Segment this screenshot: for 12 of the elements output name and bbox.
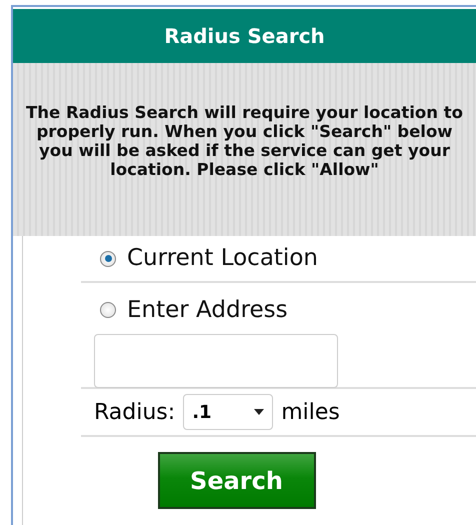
radio-button[interactable] (100, 250, 116, 266)
unit-label: miles (281, 398, 340, 426)
search-button[interactable]: Search (158, 452, 316, 509)
radio-button[interactable] (100, 302, 116, 318)
radius-dropdown[interactable]: .1 (183, 394, 274, 430)
radius-label: Radius: (94, 398, 176, 426)
option-label: Enter Address (127, 296, 288, 325)
header-title: Radius Search (164, 23, 325, 50)
caret-icon (254, 409, 264, 415)
notice-text: The Radius Search will require your location to properly run. When you click "Search" below you will be asked if the service can get your location. Please click "Allow" (25, 103, 464, 179)
option-label: Current Location (127, 244, 318, 274)
address-input-field[interactable] (94, 334, 338, 388)
